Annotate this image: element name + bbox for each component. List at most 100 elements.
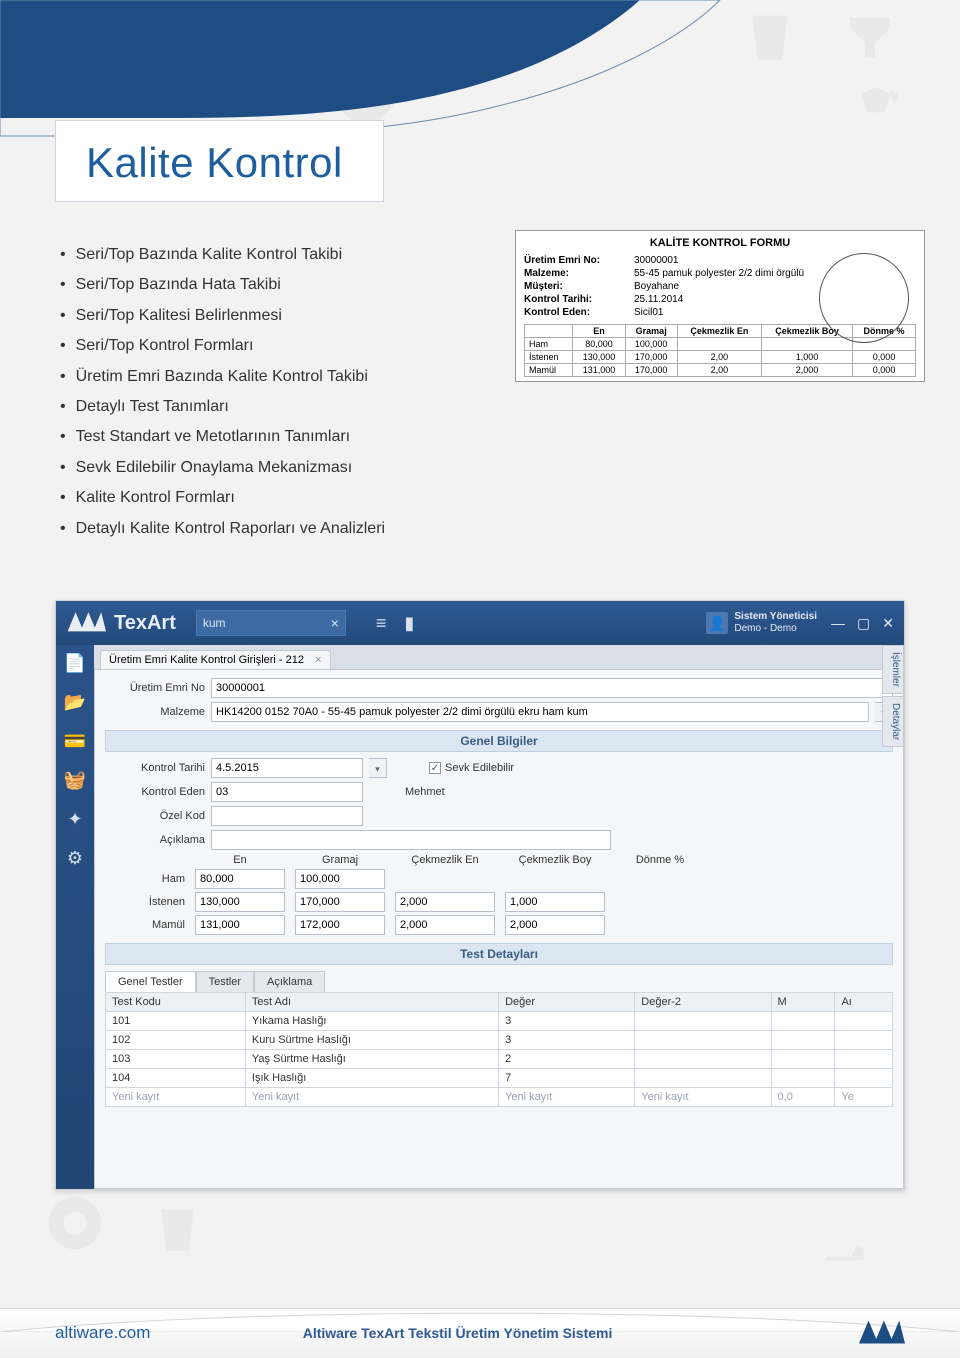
th: Gramaj — [625, 325, 677, 338]
input-kontrol-eden-kod[interactable] — [211, 782, 363, 802]
footer-logo — [857, 1316, 905, 1351]
menu-icon[interactable]: ≡ — [376, 613, 387, 634]
label-malzeme: Malzeme — [105, 706, 205, 718]
docs-icon[interactable]: 📂 — [64, 692, 86, 713]
photo-circle-placeholder — [819, 253, 909, 343]
subtab-testler[interactable]: Testler — [196, 971, 254, 992]
star-icon[interactable]: ✦ — [67, 809, 82, 830]
date-dropdown-icon[interactable]: ▾ — [369, 758, 387, 778]
bookmark-icon[interactable]: ▮ — [404, 613, 414, 634]
label-aciklama: Açıklama — [105, 834, 205, 846]
active-tab[interactable]: Üretim Emri Kalite Kontrol Girişleri - 2… — [100, 650, 331, 669]
minimize-button[interactable]: — — [831, 615, 845, 632]
footer-site: altiware.com — [55, 1323, 150, 1343]
input-cell[interactable] — [395, 892, 495, 912]
row-label: Ham — [105, 873, 185, 885]
input-cell[interactable] — [505, 915, 605, 935]
input-aciklama[interactable] — [211, 830, 611, 850]
feature-item: Kalite Kontrol Formları — [60, 483, 385, 513]
value-kontrol-eden-ad: Mehmet — [405, 786, 445, 798]
form-value: Boyahane — [634, 281, 679, 292]
input-cell[interactable] — [295, 892, 385, 912]
label-ozel-kod: Özel Kod — [105, 810, 205, 822]
gear-icon[interactable]: ⚙ — [67, 848, 83, 869]
footer-product: Altiware TexArt Tekstil Üretim Yönetim S… — [303, 1325, 613, 1341]
input-ozel-kod[interactable] — [211, 806, 363, 826]
subtab-aciklama[interactable]: Açıklama — [254, 971, 325, 992]
checkbox-label: Sevk Edilebilir — [445, 762, 514, 774]
app-sidebar: 📄 📂 💳 🧺 ✦ ⚙ — [56, 645, 94, 1189]
feature-item: Test Standart ve Metotlarının Tanımları — [60, 422, 385, 452]
app-main: İşlemler Detaylar Üretim Emri Kalite Kon… — [94, 645, 904, 1189]
close-tab-icon[interactable]: × — [315, 654, 321, 666]
th[interactable]: Değer-2 — [635, 993, 771, 1012]
grid-header: En Gramaj Çekmezlik En Çekmezlik Boy Dön… — [105, 854, 893, 866]
section-test-detaylari: Test Detayları — [105, 943, 893, 965]
feature-item: Seri/Top Kalitesi Belirlenmesi — [60, 301, 385, 331]
row-label: İstenen — [105, 896, 185, 908]
label-kontrol-tarihi: Kontrol Tarihi — [105, 762, 205, 774]
th[interactable]: Test Adı — [245, 993, 498, 1012]
user-name: Sistem Yöneticisi — [734, 611, 817, 622]
th[interactable]: Değer — [499, 993, 635, 1012]
table-row: Mamül 131,000 170,000 2,00 2,000 0,000 — [525, 364, 916, 377]
input-malzeme[interactable] — [211, 702, 869, 722]
table-row[interactable]: 102Kuru Sürtme Haslığı3 — [106, 1031, 893, 1050]
card-icon[interactable]: 💳 — [64, 731, 86, 752]
subtabs: Genel Testler Testler Açıklama — [105, 971, 893, 992]
form-label: Kontrol Eden: — [524, 307, 634, 318]
row-label: Mamül — [105, 919, 185, 931]
new-doc-icon[interactable]: 📄 — [64, 653, 86, 674]
input-cell[interactable] — [505, 892, 605, 912]
user-subtitle: Demo - Demo — [734, 623, 796, 634]
feature-item: Üretim Emri Bazında Kalite Kontrol Takib… — [60, 362, 385, 392]
avatar-icon: 👤 — [706, 612, 728, 634]
section-genel-bilgiler: Genel Bilgiler — [105, 730, 893, 752]
form-label: Malzeme: — [524, 268, 634, 279]
th: Çekmezlik En — [677, 325, 761, 338]
th[interactable]: Test Kodu — [106, 993, 246, 1012]
basket-icon[interactable]: 🧺 — [64, 770, 86, 791]
test-grid[interactable]: Test Kodu Test Adı Değer Değer-2 M Aı 10… — [105, 992, 893, 1107]
input-cell[interactable] — [295, 869, 385, 889]
input-cell[interactable] — [195, 869, 285, 889]
close-button[interactable]: ✕ — [882, 615, 894, 632]
form-title: KALİTE KONTROL FORMU — [524, 237, 916, 249]
input-cell[interactable] — [195, 892, 285, 912]
table-row-new[interactable]: Yeni kayıtYeni kayıtYeni kayıtYeni kayıt… — [106, 1088, 893, 1107]
subtab-genel-testler[interactable]: Genel Testler — [105, 971, 196, 992]
th[interactable]: Aı — [835, 993, 893, 1012]
app-screenshot: TexArt kum × ≡ ▮ 👤 Sistem Yöneticisi Dem… — [55, 600, 905, 1190]
form-label: Müşteri: — [524, 281, 634, 292]
right-tab-detaylar[interactable]: Detaylar — [882, 696, 904, 747]
search-input[interactable]: kum × — [196, 610, 346, 636]
input-cell[interactable] — [395, 915, 495, 935]
input-cell[interactable] — [295, 915, 385, 935]
maximize-button[interactable]: ▢ — [857, 615, 870, 632]
checkbox-sevk-edilebilir[interactable]: ✓ Sevk Edilebilir — [429, 762, 514, 774]
form-label: Üretim Emri No: — [524, 255, 634, 266]
right-tab-islemler[interactable]: İşlemler — [882, 645, 904, 694]
input-uretim-emri-no[interactable] — [211, 678, 893, 698]
table-row[interactable]: 101Yıkama Haslığı3 — [106, 1012, 893, 1031]
form-value: 55-45 pamuk polyester 2/2 dimi örgülü — [634, 268, 804, 279]
label-kontrol-eden: Kontrol Eden — [105, 786, 205, 798]
feature-item: Detaylı Kalite Kontrol Raporları ve Anal… — [60, 514, 385, 544]
page-title: Kalite Kontrol — [86, 139, 343, 187]
content-area: Seri/Top Bazında Kalite Kontrol Takibi S… — [60, 240, 385, 544]
input-kontrol-tarihi[interactable] — [211, 758, 363, 778]
table-row: İstenen 130,000 170,000 2,00 1,000 0,000 — [525, 351, 916, 364]
form-label: Kontrol Tarihi: — [524, 294, 634, 305]
form-panel: Üretim Emri No Malzeme ▾ Genel Bilgiler … — [94, 669, 904, 1189]
table-row[interactable]: 103Yaş Sürtme Haslığı2 — [106, 1050, 893, 1069]
th[interactable]: M — [771, 993, 835, 1012]
grid-row-mamul: Mamül — [105, 915, 893, 935]
app-name: TexArt — [114, 612, 176, 635]
clear-search-icon[interactable]: × — [331, 615, 339, 631]
check-icon: ✓ — [429, 762, 441, 774]
feature-item: Seri/Top Kontrol Formları — [60, 331, 385, 361]
input-cell[interactable] — [195, 915, 285, 935]
table-row[interactable]: 104Işık Haslığı7 — [106, 1069, 893, 1088]
page-title-box: Kalite Kontrol — [55, 120, 384, 202]
user-badge[interactable]: 👤 Sistem Yöneticisi Demo - Demo — [706, 611, 817, 635]
